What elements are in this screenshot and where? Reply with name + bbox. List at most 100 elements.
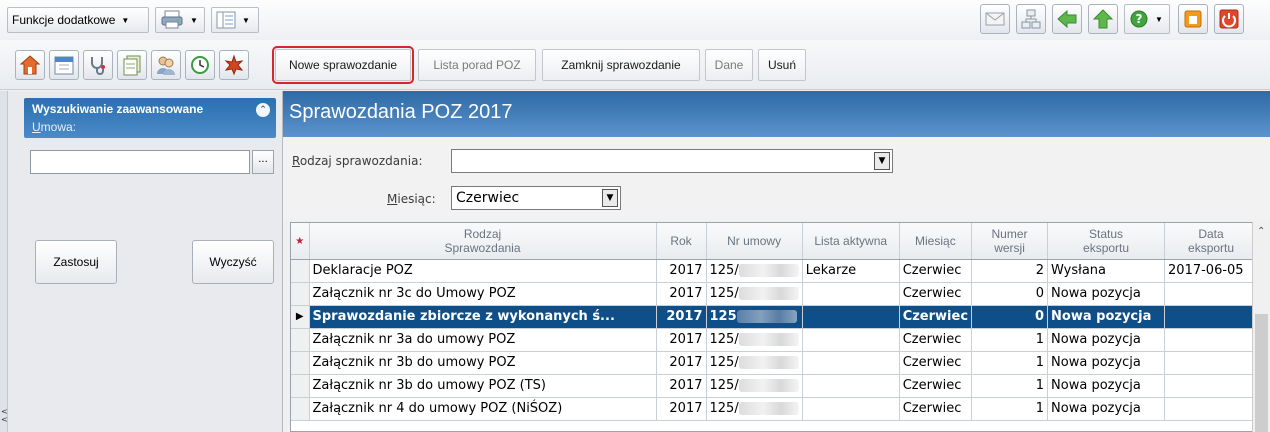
expand-left-icon[interactable]: < < <box>1 408 8 424</box>
cell-data-eksportu <box>1164 305 1259 329</box>
col-rok[interactable]: Rok <box>656 223 707 260</box>
cell-data-eksportu <box>1164 374 1259 398</box>
cell-numer-wersji: 1 <box>971 397 1049 421</box>
table-row[interactable]: Załącznik nr 3b do umowy POZ 2017 125/Czer… <box>291 351 1259 375</box>
scroll-up-icon[interactable]: ⌃ <box>1257 226 1265 237</box>
up-button[interactable] <box>1088 4 1118 34</box>
mail-button[interactable] <box>980 4 1010 34</box>
cell-numer-wersji: 1 <box>971 328 1049 352</box>
dropdown-arrow-icon[interactable]: ▼ <box>874 152 890 170</box>
table-row[interactable]: Załącznik nr 3a do umowy POZ 2017 125/Czer… <box>291 328 1259 352</box>
view-dropdown[interactable]: ▼ <box>211 7 259 33</box>
redacted-blur <box>738 333 799 346</box>
cell-nr-umowy: 125/ <box>706 282 803 306</box>
redacted-blur <box>736 310 797 323</box>
cell-rodzaj: Sprawozdanie zbiorcze z wykonanych ś... <box>309 305 657 329</box>
cell-rodzaj: Deklaracje POZ <box>309 259 657 283</box>
cell-numer-wersji: 0 <box>971 282 1049 306</box>
usun-button[interactable]: Usuń <box>758 49 806 81</box>
home-button[interactable] <box>15 50 45 80</box>
nowe-sprawozdanie-button[interactable]: Nowe sprawozdanie <box>272 46 414 84</box>
cell-rok: 2017 <box>656 397 707 421</box>
cell-rodzaj: Załącznik nr 4 do umowy POZ (NiŚOZ) <box>309 397 657 421</box>
col-rodzaj[interactable]: Rodzaj Sprawozdania <box>309 223 657 260</box>
cell-rok: 2017 <box>656 351 707 375</box>
zastosuj-button[interactable]: Zastosuj <box>35 240 117 284</box>
umowa-browse-button[interactable]: ... <box>252 150 274 174</box>
miesiac-value: Czerwiec <box>456 190 520 206</box>
cell-rodzaj: Załącznik nr 3b do umowy POZ <box>309 351 657 375</box>
rodzaj-select[interactable]: ▼ <box>451 149 893 173</box>
row-indicator <box>291 351 310 375</box>
star-icon: ★ <box>295 235 305 247</box>
help-dropdown[interactable]: ? ▼ <box>1124 4 1170 34</box>
clock-button[interactable] <box>185 50 215 80</box>
cell-lista-aktywna <box>802 397 900 421</box>
advanced-search-title: Wyszukiwanie zaawansowane <box>32 102 204 116</box>
miesiac-select[interactable]: Czerwiec ▼ <box>451 186 621 210</box>
cell-status: Nowa pozycja <box>1047 397 1166 421</box>
lista-porad-poz-button[interactable]: Lista porad POZ <box>418 49 536 81</box>
stethoscope-button[interactable] <box>83 50 113 80</box>
lock-button[interactable] <box>1178 4 1208 34</box>
cell-miesiac: Czerwiec <box>899 328 973 352</box>
clock-icon <box>191 56 209 74</box>
col-status-eksportu[interactable]: Status eksportu <box>1047 223 1166 260</box>
cell-status: Nowa pozycja <box>1047 351 1166 375</box>
print-dropdown[interactable]: ▼ <box>155 7 205 33</box>
cell-miesiac: Czerwiec <box>899 374 973 398</box>
cell-numer-wersji: 0 <box>971 305 1049 329</box>
vertical-scrollbar[interactable]: ⌃ <box>1252 222 1270 432</box>
col-numer-wersji[interactable]: Numer wersji <box>971 223 1049 260</box>
miesiac-label: Miesiąc: <box>387 192 436 206</box>
leaf-button[interactable] <box>219 50 249 80</box>
wyczysc-button[interactable]: Wyczyść <box>192 240 274 284</box>
col-miesiac[interactable]: Miesiąc <box>899 223 973 260</box>
collapse-icon[interactable]: ⌃ <box>256 103 270 117</box>
documents-icon <box>123 55 141 76</box>
umowa-input[interactable] <box>30 150 250 174</box>
back-button[interactable] <box>1052 4 1082 34</box>
power-icon <box>1219 9 1239 29</box>
cell-numer-wersji: 2 <box>971 259 1049 283</box>
cell-rok: 2017 <box>656 305 707 329</box>
documents-button[interactable] <box>117 50 147 80</box>
table-row[interactable]: ▶ Sprawozdanie zbiorcze z wykonanych ś...… <box>291 305 1259 329</box>
network-button[interactable] <box>1016 4 1046 34</box>
redacted-blur <box>738 356 799 369</box>
row-indicator <box>291 374 310 398</box>
cell-miesiac: Czerwiec <box>899 259 973 283</box>
cell-rodzaj: Załącznik nr 3a do umowy POZ <box>309 328 657 352</box>
cell-nr-umowy: 125 <box>706 305 803 329</box>
dane-button[interactable]: Dane <box>705 49 753 81</box>
cell-lista-aktywna <box>802 282 900 306</box>
network-icon <box>1021 9 1041 29</box>
calendar-button[interactable] <box>49 50 79 80</box>
col-nr-umowy[interactable]: Nr umowy <box>706 223 803 260</box>
cell-rodzaj: Załącznik nr 3c do Umowy POZ <box>309 282 657 306</box>
scroll-thumb[interactable] <box>1255 314 1268 432</box>
zamknij-sprawozdanie-button[interactable]: Zamknij sprawozdanie <box>542 49 700 81</box>
table-row[interactable]: Załącznik nr 3b do umowy POZ (TS) 2017 125… <box>291 374 1259 398</box>
chevron-down-icon: ▼ <box>121 15 130 25</box>
dropdown-arrow-icon[interactable]: ▼ <box>602 189 618 207</box>
funkcje-dodatkowe-dropdown[interactable]: Funkcje dodatkowe ▼ <box>7 7 149 33</box>
col-data-eksportu[interactable]: Data eksportu <box>1164 223 1259 260</box>
help-icon: ? <box>1130 10 1148 28</box>
cell-miesiac: Czerwiec <box>899 397 973 421</box>
table-row[interactable]: Załącznik nr 4 do umowy POZ (NiŚOZ) 2017 1… <box>291 397 1259 421</box>
cell-numer-wersji: 1 <box>971 351 1049 375</box>
users-button[interactable] <box>151 50 181 80</box>
cell-status: Nowa pozycja <box>1047 328 1166 352</box>
reports-table: ★ Rodzaj Sprawozdania Rok Nr umowy Lista … <box>290 222 1270 432</box>
left-splitter[interactable] <box>0 91 8 432</box>
cell-status: Wysłana <box>1047 259 1166 283</box>
table-row[interactable]: Deklaracje POZ 2017 125/Lekarze Czerwiec 2 Wy… <box>291 259 1259 283</box>
col-lista-aktywna[interactable]: Lista aktywna <box>802 223 900 260</box>
power-button[interactable] <box>1214 4 1244 34</box>
table-row[interactable]: Załącznik nr 3c do Umowy POZ 2017 125/Czer… <box>291 282 1259 306</box>
umowa-label: Umowa: <box>32 120 77 134</box>
cell-lista-aktywna <box>802 328 900 352</box>
advanced-search-header: Wyszukiwanie zaawansowane Umowa: ⌃ <box>24 98 276 138</box>
row-indicator <box>291 397 310 421</box>
